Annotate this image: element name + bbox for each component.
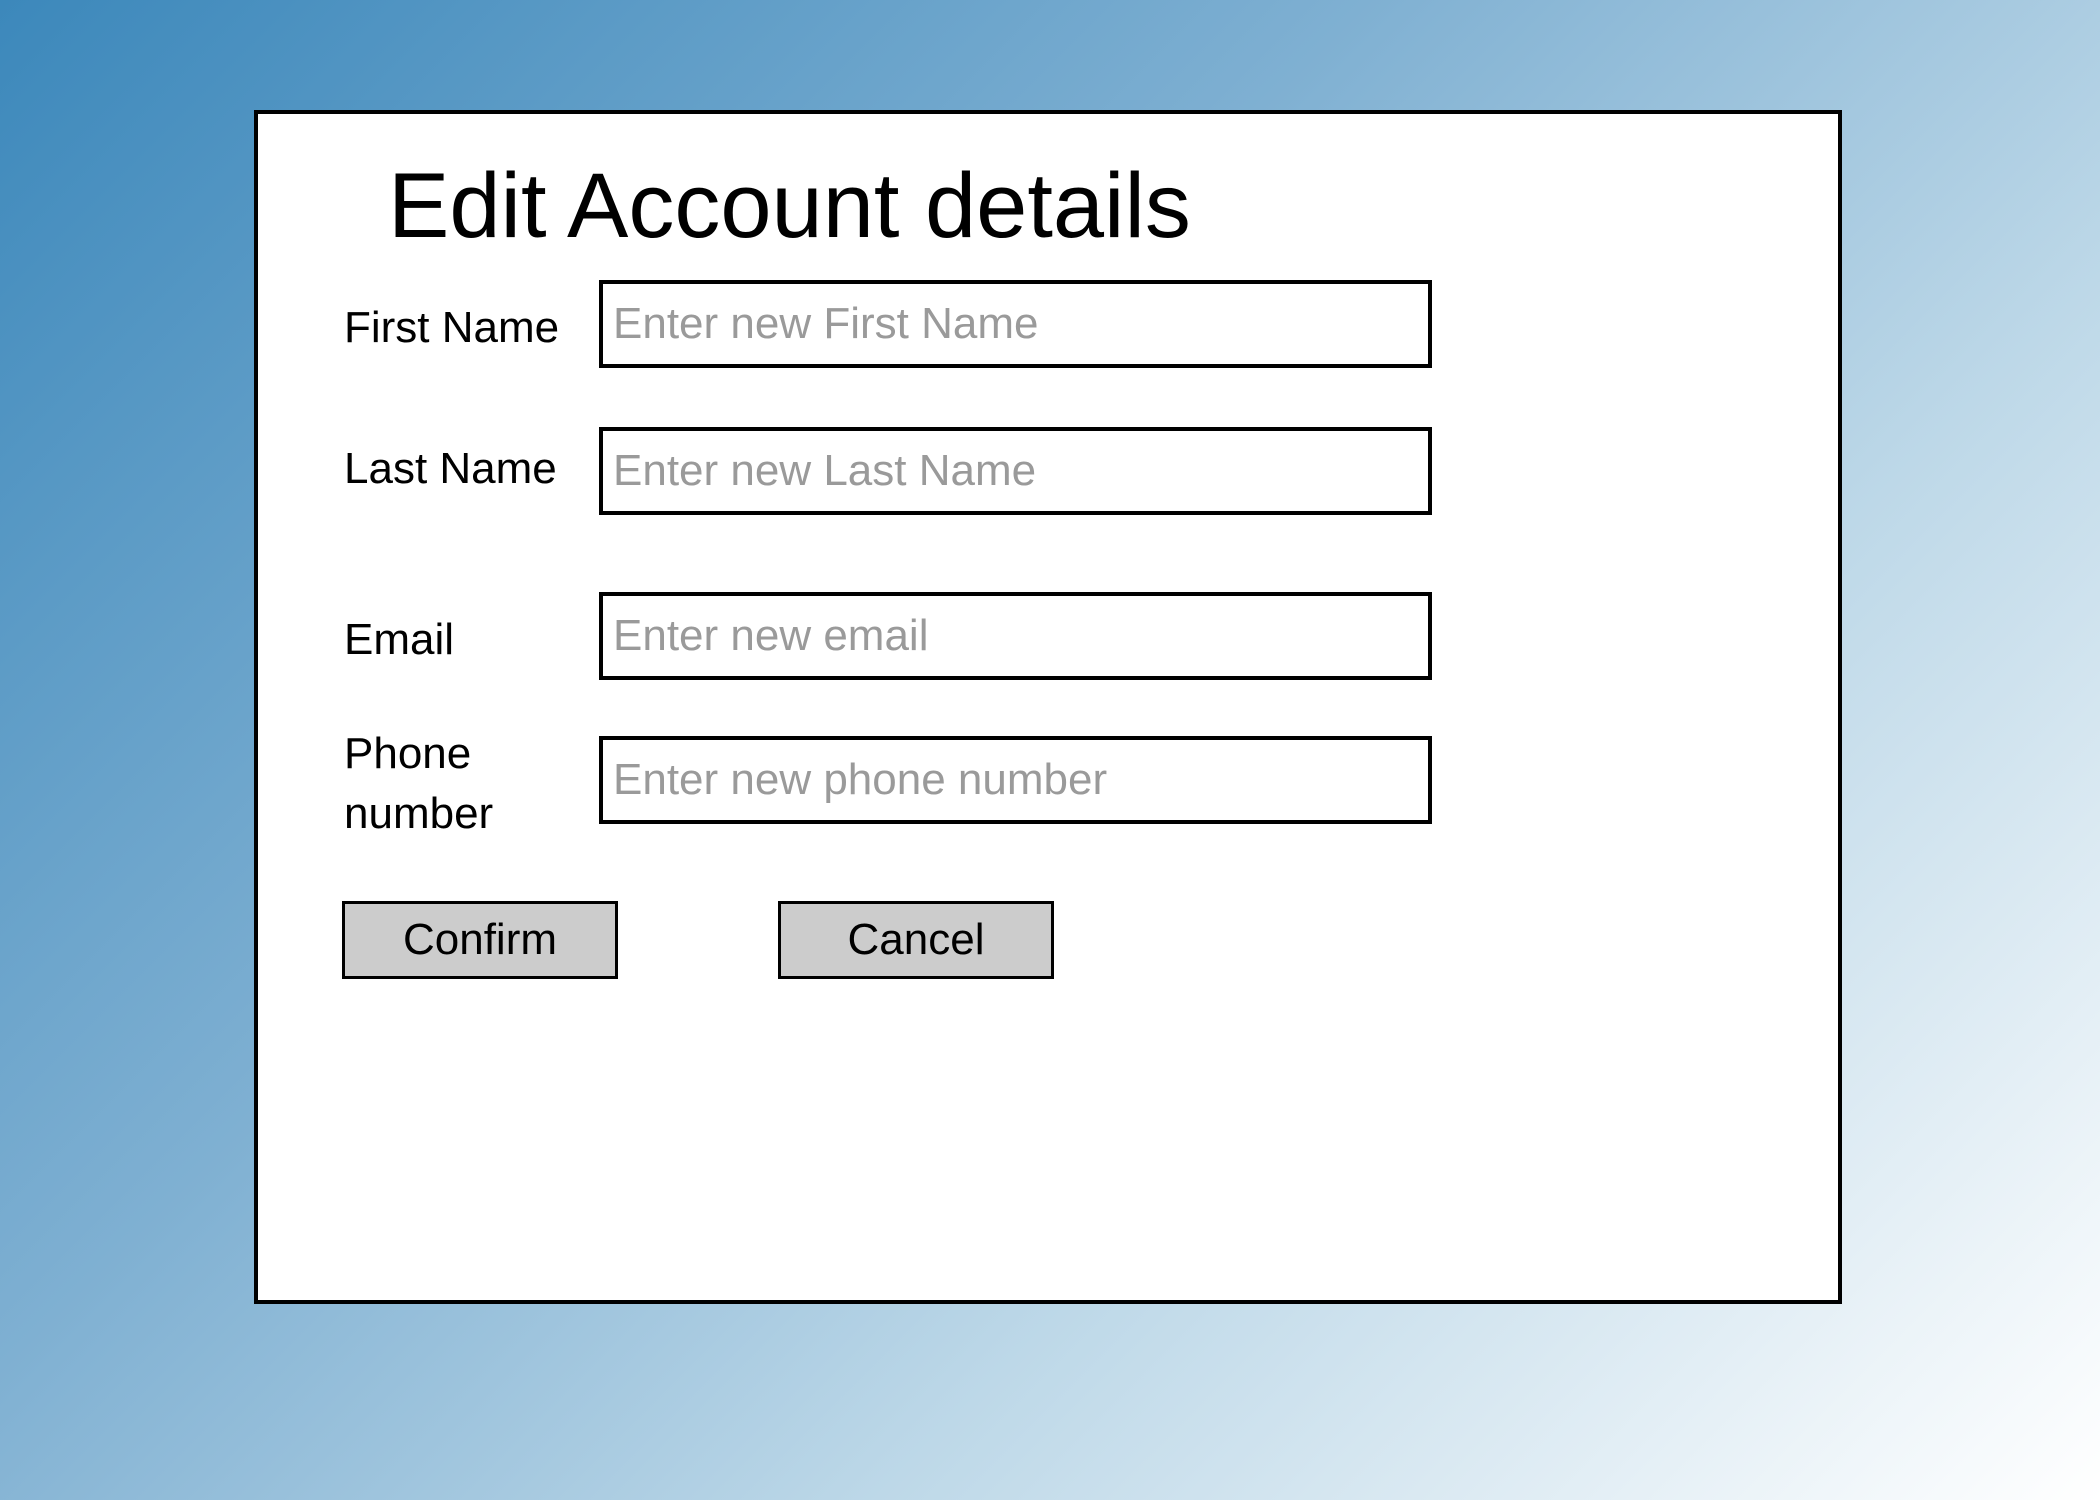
phone-number-input[interactable] (599, 736, 1432, 824)
last-name-label: Last Name (344, 444, 557, 493)
cancel-button[interactable]: Cancel (778, 901, 1054, 979)
confirm-button[interactable]: Confirm (342, 901, 618, 979)
edit-account-dialog: Edit Account details First Name Last Nam… (254, 110, 1842, 1304)
dialog-title: Edit Account details (388, 155, 1191, 257)
desktop-background: { "dialog": { "title": "Edit Account det… (0, 0, 2100, 1500)
email-label: Email (344, 615, 455, 664)
first-name-input[interactable] (599, 280, 1432, 368)
email-input[interactable] (599, 592, 1432, 680)
phone-number-label: Phone number (344, 729, 494, 838)
first-name-label: First Name (344, 303, 560, 352)
last-name-input[interactable] (599, 427, 1432, 515)
